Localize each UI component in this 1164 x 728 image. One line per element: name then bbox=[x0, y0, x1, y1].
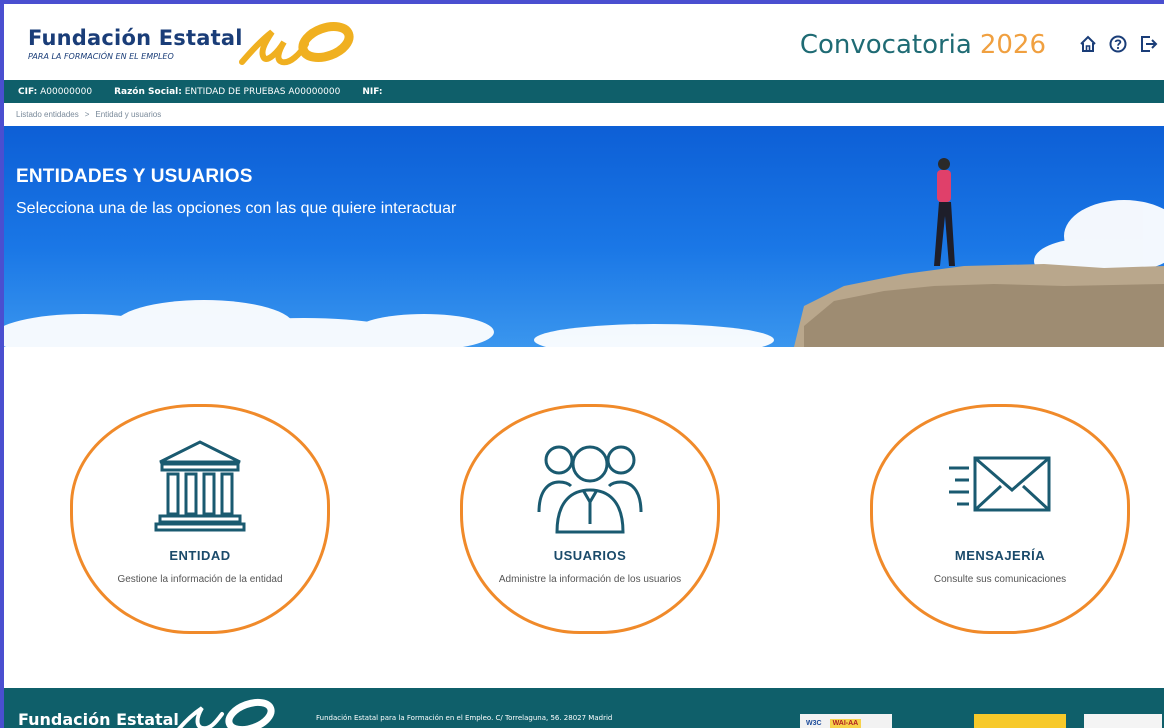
footer: Fundación Estatal Fundación Estatal para… bbox=[4, 688, 1164, 728]
government-logo[interactable] bbox=[974, 714, 1066, 728]
card-title: MENSAJERÍA bbox=[954, 548, 1046, 563]
card-usuarios[interactable]: USUARIOS Administre la información de lo… bbox=[460, 404, 720, 634]
hero-banner: ENTIDADES Y USUARIOS Selecciona una de l… bbox=[4, 126, 1164, 347]
wai-aa-label: WAI-AA bbox=[829, 718, 862, 728]
help-icon[interactable] bbox=[1108, 34, 1128, 54]
breadcrumb: Listado entidades > Entidad y usuarios bbox=[16, 105, 161, 123]
card-entidad[interactable]: ENTIDAD Gestione la información de la en… bbox=[70, 404, 330, 634]
accessibility-badge[interactable]: W3C WAI-AA bbox=[800, 714, 892, 728]
cif-info: CIF: A00000000 bbox=[18, 86, 93, 97]
breadcrumb-item-current: Entidad y usuarios bbox=[95, 109, 162, 119]
breadcrumb-item-listado[interactable]: Listado entidades bbox=[16, 110, 79, 119]
page-frame: Fundación Estatal PARA LA FORMACIÓN EN E… bbox=[0, 0, 1164, 728]
hero-subtitle: Selecciona una de las opciones con las q… bbox=[16, 200, 457, 217]
breadcrumb-separator: > bbox=[84, 109, 90, 119]
w3c-label: W3C bbox=[806, 719, 822, 727]
convocatoria-title: Convocatoria 2026 bbox=[800, 30, 1046, 60]
building-icon bbox=[154, 440, 246, 532]
header-icons bbox=[1078, 34, 1158, 54]
person-illustration bbox=[934, 158, 955, 266]
logo-title: Fundación Estatal bbox=[28, 26, 243, 50]
card-description: Gestione la información de la entidad bbox=[117, 574, 283, 585]
logo-mark-icon bbox=[239, 21, 354, 66]
ministry-logo[interactable] bbox=[1084, 714, 1162, 728]
card-title: ENTIDAD bbox=[169, 548, 231, 563]
card-mensajeria[interactable]: MENSAJERÍA Consulte sus comunicaciones bbox=[870, 404, 1130, 634]
convocatoria-label: Convocatoria bbox=[799, 30, 972, 60]
card-title: USUARIOS bbox=[553, 548, 627, 563]
header: Fundación Estatal PARA LA FORMACIÓN EN E… bbox=[4, 4, 1164, 80]
entity-info-bar: CIF: A00000000 Razón Social: ENTIDAD DE … bbox=[4, 80, 1164, 103]
razon-social-info: Razón Social: ENTIDAD DE PRUEBAS A000000… bbox=[114, 86, 341, 97]
hero-illustration bbox=[4, 158, 1164, 347]
card-description: Administre la información de los usuario… bbox=[498, 574, 682, 585]
footer-logo-mark-icon bbox=[177, 698, 275, 728]
convocatoria-year: 2026 bbox=[979, 30, 1046, 60]
footer-logo-title: Fundación Estatal bbox=[18, 710, 179, 728]
card-description: Consulte sus comunicaciones bbox=[933, 574, 1067, 585]
footer-address: Fundación Estatal para la Formación en e… bbox=[316, 714, 613, 722]
logout-icon[interactable] bbox=[1138, 34, 1158, 54]
hero-title: ENTIDADES Y USUARIOS bbox=[16, 166, 253, 187]
mail-icon bbox=[949, 456, 1051, 512]
logo[interactable]: Fundación Estatal PARA LA FORMACIÓN EN E… bbox=[28, 26, 243, 61]
logo-subtitle: PARA LA FORMACIÓN EN EL EMPLEO bbox=[28, 52, 174, 61]
nif-info: NIF: bbox=[362, 86, 383, 97]
users-icon bbox=[537, 445, 643, 534]
home-icon[interactable] bbox=[1078, 34, 1098, 54]
